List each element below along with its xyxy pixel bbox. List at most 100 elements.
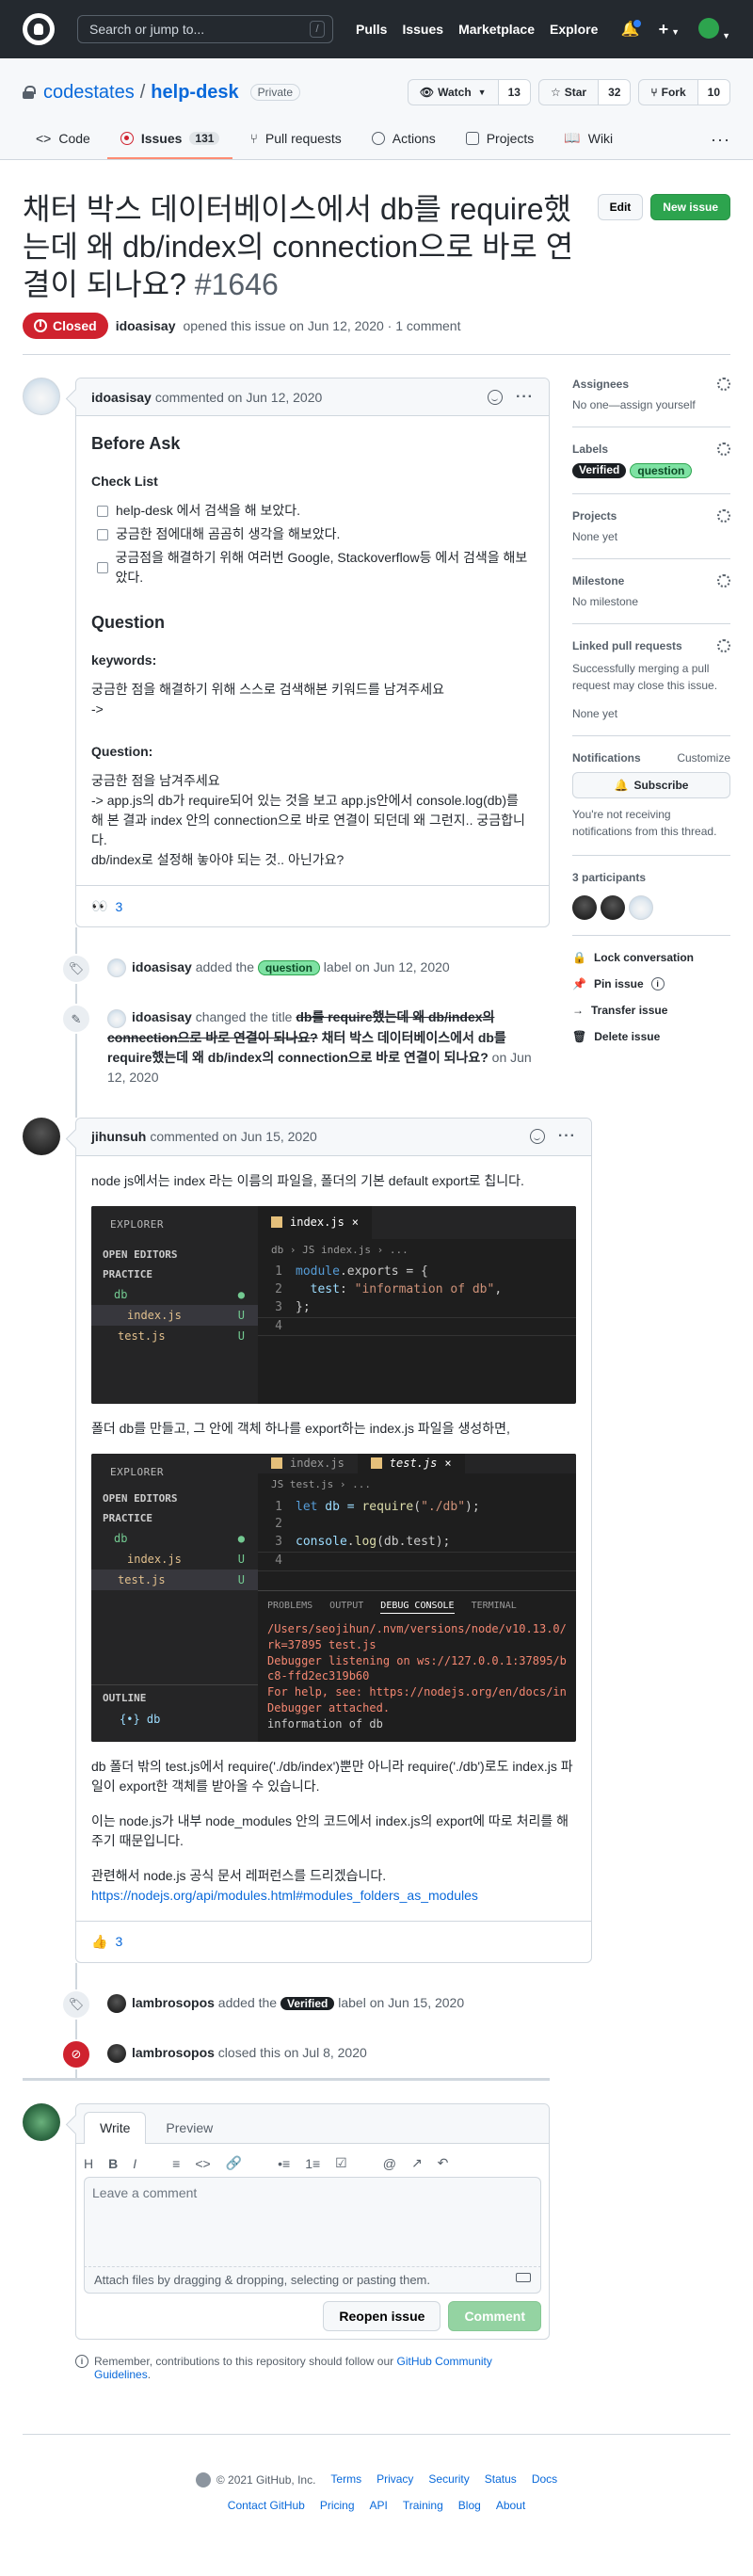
transfer-issue-button[interactable]: → Transfer issue (572, 1004, 730, 1017)
nav-marketplace[interactable]: Marketplace (458, 22, 535, 37)
kebab-horizontal-icon[interactable]: ··· (558, 1128, 576, 1145)
gear-icon[interactable] (717, 443, 730, 456)
nav-explore[interactable]: Explore (550, 22, 598, 37)
tab-code[interactable]: <> Code (23, 123, 104, 159)
footer-link-status[interactable]: Status (485, 2472, 517, 2487)
pin-issue-button[interactable]: 📌 Pin issue i (572, 977, 730, 990)
avatar[interactable] (23, 2103, 60, 2142)
comment-timestamp[interactable]: commented on Jun 15, 2020 (150, 1129, 316, 1144)
label-verified[interactable]: Verified (280, 1996, 335, 2010)
footer-link-about[interactable]: About (496, 2499, 525, 2512)
link-icon[interactable]: 🔗 (226, 2155, 242, 2171)
task-checkbox[interactable] (97, 562, 108, 573)
user-menu[interactable]: ▼ (698, 17, 730, 41)
task-checkbox[interactable] (97, 528, 108, 540)
section-title[interactable]: Assignees (572, 378, 629, 391)
gear-icon[interactable] (717, 639, 730, 652)
bold-icon[interactable]: B (108, 2156, 118, 2171)
reopen-issue-button[interactable]: Reopen issue (323, 2301, 441, 2332)
avatar[interactable] (23, 1117, 60, 1155)
reaction-eyes[interactable]: 👀 3 (91, 898, 122, 914)
avatar[interactable] (107, 2044, 126, 2064)
section-title[interactable]: Linked pull requests (572, 639, 682, 652)
avatar[interactable] (107, 1008, 126, 1028)
notifications-bell-icon[interactable]: 🔔 (621, 18, 643, 39)
tab-projects[interactable]: Projects (453, 123, 548, 159)
avatar[interactable] (572, 895, 597, 920)
tab-issues[interactable]: Issues 131 (106, 123, 233, 159)
footer-link-blog[interactable]: Blog (458, 2499, 481, 2512)
assignees-value[interactable]: No one—assign yourself (572, 398, 730, 411)
github-logo-icon[interactable] (23, 13, 55, 45)
event-author-link[interactable]: idoasisay (132, 1009, 192, 1024)
footer-link-security[interactable]: Security (428, 2472, 469, 2487)
footer-link-pricing[interactable]: Pricing (320, 2499, 355, 2512)
watch-button[interactable]: 👁 Watch ▼ 13 (407, 79, 531, 105)
fork-button[interactable]: ⑂ Fork 10 (638, 79, 730, 105)
cross-reference-icon[interactable]: ↗ (411, 2155, 423, 2171)
reply-icon[interactable]: ↶ (438, 2155, 449, 2171)
task-checkbox[interactable] (97, 505, 108, 517)
tab-actions[interactable]: Actions (359, 123, 449, 159)
avatar[interactable] (629, 895, 653, 920)
comment-author-link[interactable]: idoasisay (91, 390, 152, 405)
customize-link[interactable]: Customize (677, 751, 730, 765)
section-title[interactable]: Projects (572, 509, 617, 523)
italic-icon[interactable]: I (133, 2156, 136, 2171)
code-icon[interactable]: <> (195, 2156, 210, 2171)
gear-icon[interactable] (717, 378, 730, 391)
search-input[interactable]: Search or jump to... / (77, 15, 333, 43)
subscribe-button[interactable]: 🔔 Subscribe (572, 772, 730, 798)
task-list-icon[interactable]: ☑ (335, 2155, 347, 2171)
attach-files-area[interactable]: Attach files by dragging & dropping, sel… (84, 2267, 541, 2294)
unordered-list-icon[interactable]: •≡ (278, 2156, 290, 2171)
footer-link-api[interactable]: API (370, 2499, 388, 2512)
event-author-link[interactable]: idoasisay (132, 959, 192, 974)
edit-title-button[interactable]: Edit (597, 194, 644, 220)
avatar[interactable] (23, 378, 60, 415)
tab-pull-requests[interactable]: ⑂ Pull requests (236, 123, 354, 159)
avatar[interactable] (107, 958, 126, 978)
section-title[interactable]: Milestone (572, 574, 624, 588)
event-author-link[interactable]: lambrosopos (132, 1995, 215, 2010)
ordered-list-icon[interactable]: 1≡ (305, 2156, 320, 2171)
lock-conversation-button[interactable]: 🔒 Lock conversation (572, 951, 730, 964)
avatar[interactable] (107, 1993, 126, 2013)
footer-link-terms[interactable]: Terms (330, 2472, 361, 2487)
section-title[interactable]: Labels (572, 443, 608, 456)
create-new-menu[interactable]: + ▼ (659, 20, 680, 40)
watch-count[interactable]: 13 (498, 80, 530, 105)
footer-link-privacy[interactable]: Privacy (376, 2472, 413, 2487)
gear-icon[interactable] (717, 509, 730, 523)
heading-icon[interactable]: H (84, 2156, 93, 2171)
quote-icon[interactable]: ≡ (172, 2156, 180, 2171)
nav-pulls[interactable]: Pulls (356, 22, 387, 37)
footer-link-contact[interactable]: Contact GitHub (228, 2499, 305, 2512)
repo-owner-link[interactable]: codestates (43, 82, 135, 104)
mention-icon[interactable]: @ (383, 2156, 396, 2171)
footer-link-docs[interactable]: Docs (532, 2472, 557, 2487)
footer-link-training[interactable]: Training (403, 2499, 443, 2512)
comment-timestamp[interactable]: commented on Jun 12, 2020 (155, 390, 322, 405)
add-reaction-icon[interactable] (488, 389, 504, 405)
label-verified[interactable]: Verified (572, 463, 627, 478)
delete-issue-button[interactable]: 🗑 Delete issue (572, 1030, 730, 1043)
tab-write[interactable]: Write (84, 2112, 147, 2145)
comment-author-link[interactable]: jihunsuh (91, 1129, 146, 1144)
gear-icon[interactable] (717, 574, 730, 588)
label-question[interactable]: question (257, 960, 320, 975)
new-issue-button[interactable]: New issue (650, 194, 730, 220)
nav-issues[interactable]: Issues (402, 22, 443, 37)
fork-count[interactable]: 10 (697, 80, 729, 105)
tab-preview[interactable]: Preview (150, 2112, 229, 2143)
avatar[interactable] (601, 895, 625, 920)
comment-button[interactable]: Comment (448, 2301, 541, 2332)
star-count[interactable]: 32 (599, 80, 631, 105)
kebab-horizontal-icon[interactable]: ··· (516, 389, 534, 406)
github-logo-icon[interactable] (195, 2472, 211, 2488)
repo-name-link[interactable]: help-desk (151, 82, 238, 104)
star-button[interactable]: ☆ Star 32 (537, 79, 632, 105)
nodejs-docs-link[interactable]: https://nodejs.org/api/modules.html#modu… (91, 1888, 478, 1903)
reaction-thumbs-up[interactable]: 👍 3 (91, 1934, 122, 1950)
issue-author-link[interactable]: idoasisay (116, 318, 176, 333)
